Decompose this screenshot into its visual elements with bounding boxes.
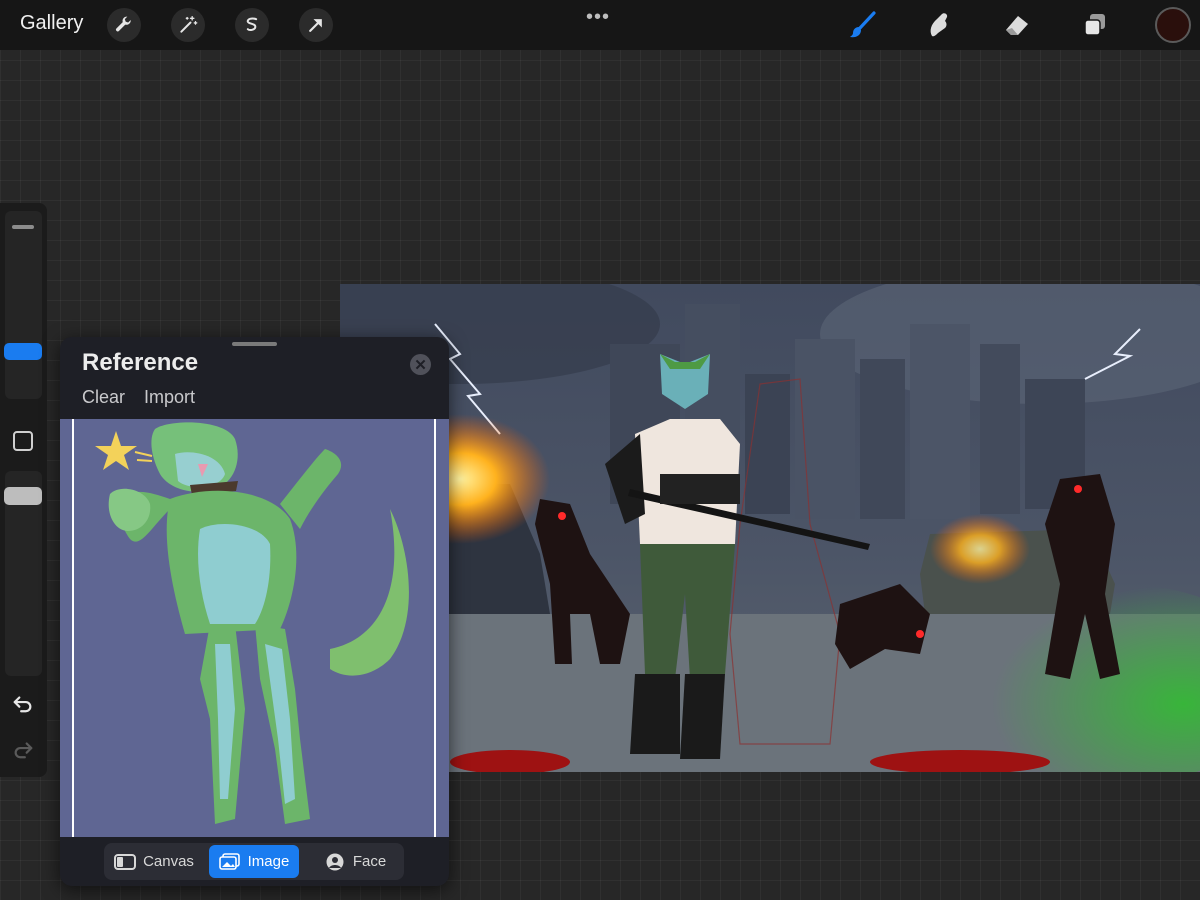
tab-label: Face xyxy=(352,853,387,870)
smudge-icon[interactable] xyxy=(922,8,956,42)
panel-drag-handle[interactable] xyxy=(232,342,277,346)
canvas-icon xyxy=(114,853,137,870)
reference-panel: Reference ✕ Clear Import Canvas Image Fa… xyxy=(60,337,449,886)
brush-size-handle[interactable] xyxy=(4,343,42,360)
brush-icon[interactable] xyxy=(845,8,879,42)
tab-face[interactable]: Face xyxy=(309,845,401,878)
close-icon[interactable]: ✕ xyxy=(410,354,431,375)
undo-icon[interactable] xyxy=(11,691,35,715)
reference-image[interactable] xyxy=(60,419,449,837)
image-icon xyxy=(218,852,240,870)
face-icon xyxy=(326,853,344,870)
drawing-canvas[interactable] xyxy=(340,284,1200,772)
brush-size-slider[interactable] xyxy=(5,211,42,399)
wrench-icon[interactable] xyxy=(107,8,141,42)
import-button[interactable]: Import xyxy=(144,387,195,408)
color-picker-swatch[interactable] xyxy=(1155,7,1191,43)
tab-label: Canvas xyxy=(143,853,194,870)
layers-icon[interactable] xyxy=(1078,8,1112,42)
redo-icon[interactable] xyxy=(11,737,35,761)
magic-wand-icon[interactable] xyxy=(171,8,205,42)
reference-source-tabs: Canvas Image Face xyxy=(104,843,404,880)
selection-icon[interactable] xyxy=(235,8,269,42)
transform-arrow-icon[interactable] xyxy=(299,8,333,42)
opacity-handle[interactable] xyxy=(4,487,42,505)
eraser-icon[interactable] xyxy=(1000,8,1034,42)
tab-canvas[interactable]: Canvas xyxy=(107,845,201,878)
clear-button[interactable]: Clear xyxy=(82,387,125,408)
reference-character-illustration xyxy=(72,419,436,837)
top-toolbar: Gallery ••• xyxy=(0,0,1200,50)
panel-title: Reference xyxy=(82,349,199,376)
more-options-icon[interactable]: ••• xyxy=(586,6,610,29)
gallery-button[interactable]: Gallery xyxy=(20,12,83,35)
tab-image[interactable]: Image xyxy=(209,845,299,878)
sidebar xyxy=(0,203,47,777)
modify-button[interactable] xyxy=(13,431,33,451)
artwork-illustration xyxy=(340,284,1200,772)
tab-label: Image xyxy=(247,853,290,870)
brush-size-top-mark xyxy=(12,225,34,229)
